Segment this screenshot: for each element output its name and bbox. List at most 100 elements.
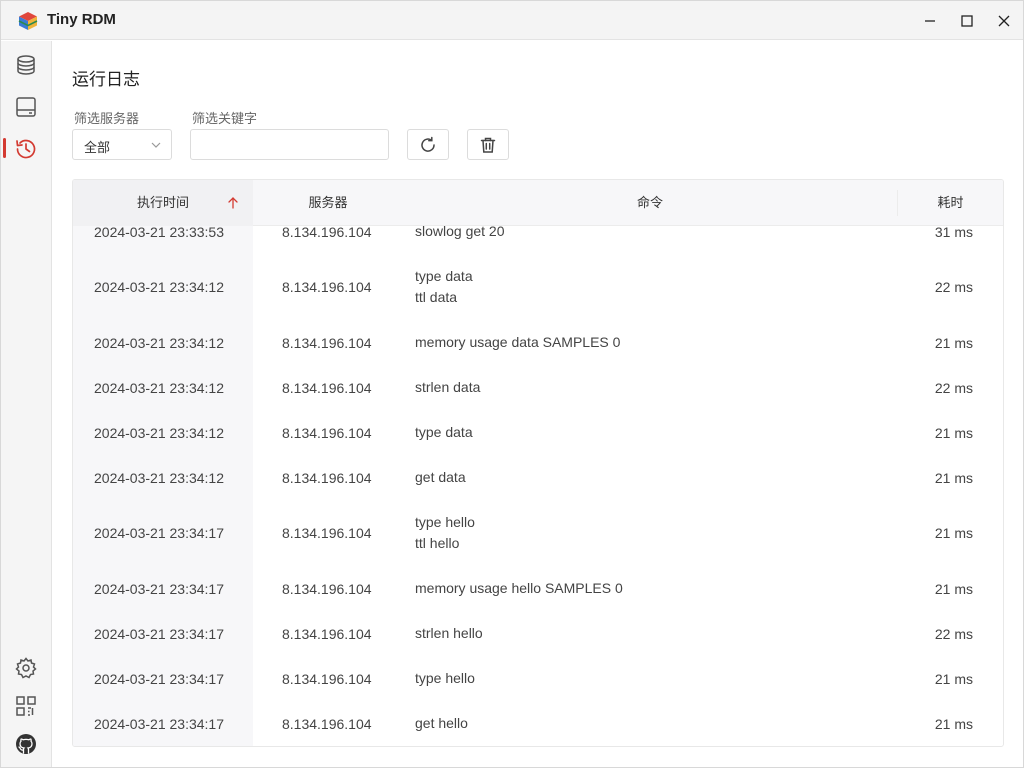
page-title: 运行日志 [72, 70, 140, 89]
github-icon [16, 734, 36, 754]
cell-command: type hello ttl hello [415, 512, 475, 554]
sidebar-item-settings[interactable] [1, 647, 51, 689]
command-line: type data [415, 424, 473, 440]
cell-time: 2024-03-21 23:34:17 [94, 670, 224, 687]
close-button[interactable] [985, 1, 1023, 40]
cell-cost: 22 ms [934, 279, 973, 295]
cell-cost: 21 ms [934, 580, 973, 597]
command-line: memory usage hello SAMPLES 0 [415, 580, 623, 596]
cell-server: 8.134.196.104 [282, 334, 372, 351]
minimize-button[interactable] [911, 1, 949, 40]
cell-server: 8.134.196.104 [282, 226, 372, 240]
maximize-button[interactable] [948, 1, 986, 40]
cell-cost: 21 ms [934, 715, 973, 732]
command-line: slowlog get 20 [415, 226, 505, 239]
table-row[interactable]: 2024-03-21 23:34:12 8.134.196.104 type dat… [73, 255, 1003, 321]
column-header-server: 服务器 [308, 195, 348, 210]
cell-command: slowlog get 20 [415, 226, 505, 242]
command-line: memory usage data SAMPLES 0 [415, 334, 621, 350]
cell-server: 8.134.196.104 [282, 715, 372, 732]
log-table: 执行时间 服务器 命令 耗时 2024-03-21 23:33:53 8.134.… [72, 179, 1004, 747]
app-title: Tiny RDM [47, 11, 116, 28]
filter-server-label: 筛选服务器 [74, 111, 140, 126]
cell-cost: 21 ms [934, 424, 973, 441]
apps-icon [16, 696, 36, 716]
table-body[interactable]: 2024-03-21 23:33:53 8.134.196.104 slowlog … [73, 226, 1003, 746]
chevron-down-icon [151, 142, 161, 148]
cell-cost: 31 ms [934, 226, 973, 240]
app-window: Tiny RDM 运行日志 筛选服务器 筛选关键字 全部 执行时间 服务器 命令… [0, 0, 1024, 768]
command-line: ttl data [415, 289, 458, 305]
table-row[interactable]: 2024-03-21 23:34:17 8.134.196.104 memory u… [73, 567, 1003, 612]
cell-command: strlen hello [415, 623, 483, 644]
maximize-icon [961, 14, 973, 27]
sidebar-item-log[interactable] [1, 128, 51, 170]
command-line: type hello [415, 670, 475, 686]
column-header-time[interactable]: 执行时间 [73, 180, 253, 226]
cell-server: 8.134.196.104 [282, 525, 372, 541]
database-icon [17, 55, 35, 75]
cell-command: type data ttl data [415, 266, 473, 308]
table-row[interactable]: 2024-03-21 23:34:17 8.134.196.104 type hel… [73, 501, 1003, 567]
trash-icon [480, 137, 496, 153]
cell-server: 8.134.196.104 [282, 279, 372, 295]
command-line: type data [415, 268, 473, 284]
table-row[interactable]: 2024-03-21 23:34:17 8.134.196.104 get hell… [73, 702, 1003, 746]
table-row[interactable]: 2024-03-21 23:34:17 8.134.196.104 strlen h… [73, 612, 1003, 657]
cell-time: 2024-03-21 23:34:12 [94, 279, 224, 295]
cell-command: get hello [415, 713, 468, 734]
cell-time: 2024-03-21 23:33:53 [94, 226, 224, 240]
filter-keyword-label: 筛选关键字 [192, 111, 258, 126]
table-row[interactable]: 2024-03-21 23:34:12 8.134.196.104 strlen d… [73, 366, 1003, 411]
command-line: get data [415, 469, 466, 485]
sidebar-item-server[interactable] [1, 86, 51, 128]
table-row[interactable]: 2024-03-21 23:33:53 8.134.196.104 slowlog … [73, 226, 1003, 255]
cell-server: 8.134.196.104 [282, 580, 372, 597]
cell-cost: 21 ms [934, 525, 973, 541]
sidebar [1, 41, 52, 767]
title-bar: Tiny RDM [1, 1, 1023, 40]
app-logo-icon [18, 12, 38, 30]
cell-command: strlen data [415, 377, 480, 398]
main-panel: 运行日志 筛选服务器 筛选关键字 全部 执行时间 服务器 命令 耗时 2024-… [52, 41, 1023, 767]
command-line: strlen hello [415, 625, 483, 641]
column-header-time-label: 执行时间 [136, 195, 189, 210]
cell-command: memory usage data SAMPLES 0 [415, 332, 620, 353]
cell-cost: 21 ms [934, 334, 973, 351]
settings-icon [15, 657, 37, 679]
command-line: strlen data [415, 379, 481, 395]
cell-command: type hello [415, 668, 475, 689]
cell-time: 2024-03-21 23:34:17 [94, 525, 224, 541]
cell-command: memory usage hello SAMPLES 0 [415, 578, 623, 599]
cell-command: get data [415, 467, 466, 488]
cell-time: 2024-03-21 23:34:12 [94, 469, 224, 486]
table-row[interactable]: 2024-03-21 23:34:12 8.134.196.104 memory u… [73, 321, 1003, 366]
table-row[interactable]: 2024-03-21 23:34:17 8.134.196.104 type hel… [73, 657, 1003, 702]
cell-time: 2024-03-21 23:34:12 [94, 379, 224, 396]
cell-time: 2024-03-21 23:34:17 [94, 625, 224, 642]
cell-cost: 21 ms [934, 670, 973, 687]
column-header-cost: 耗时 [897, 190, 1003, 216]
table-row[interactable]: 2024-03-21 23:34:12 8.134.196.104 get data… [73, 456, 1003, 501]
sort-ascending-icon [228, 197, 238, 209]
command-line: ttl hello [415, 535, 460, 551]
clear-log-button[interactable] [467, 129, 509, 160]
table-row[interactable]: 2024-03-21 23:34:12 8.134.196.104 type dat… [73, 411, 1003, 456]
server-select[interactable]: 全部 [72, 129, 172, 160]
cell-time: 2024-03-21 23:34:17 [94, 715, 224, 732]
refresh-button[interactable] [407, 129, 449, 160]
server-select-value: 全部 [84, 140, 111, 155]
keyword-input[interactable] [190, 129, 389, 160]
column-header-command: 命令 [636, 195, 663, 210]
command-line: type hello [415, 514, 475, 530]
minimize-icon [925, 19, 935, 22]
cell-time: 2024-03-21 23:34:12 [94, 334, 224, 351]
cell-time: 2024-03-21 23:34:12 [94, 424, 224, 441]
cell-cost: 22 ms [934, 625, 973, 642]
sidebar-item-apps[interactable] [1, 685, 51, 727]
sidebar-item-browser[interactable] [1, 44, 51, 86]
sidebar-item-github[interactable] [1, 723, 51, 765]
cell-server: 8.134.196.104 [282, 625, 372, 642]
cell-server: 8.134.196.104 [282, 424, 372, 441]
cell-cost: 22 ms [934, 379, 973, 396]
